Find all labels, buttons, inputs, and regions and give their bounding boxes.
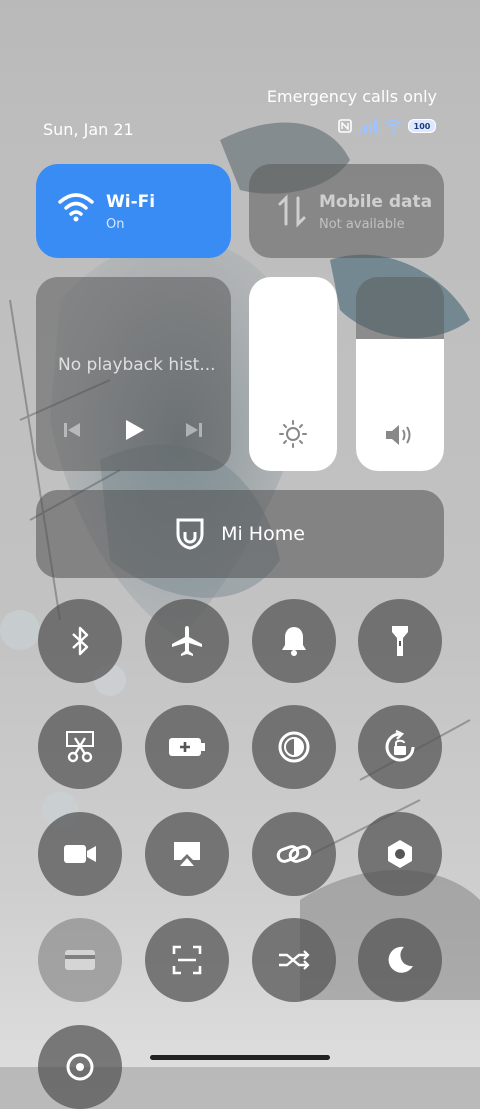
shuffle-icon — [279, 950, 310, 970]
previous-icon[interactable] — [62, 420, 82, 440]
airplane-icon — [172, 626, 202, 656]
date-label: Sun, Jan 21 — [43, 120, 134, 139]
video-camera-icon — [64, 845, 96, 863]
media-status-text: No playback hist... — [58, 355, 216, 375]
rotation-lock-icon — [385, 730, 415, 762]
mi-home-label: Mi Home — [221, 523, 305, 545]
home-indicator[interactable] — [150, 1055, 330, 1060]
airplane-mode-toggle[interactable] — [145, 599, 229, 683]
status-icons: 100 — [338, 119, 436, 133]
brightness-slider[interactable] — [249, 277, 337, 471]
location-icon — [66, 1053, 94, 1081]
mi-home-icon — [176, 518, 204, 550]
link-toggle[interactable] — [252, 812, 336, 896]
wifi-status-icon — [384, 119, 402, 133]
mobile-data-title: Mobile data — [319, 192, 433, 212]
brightness-icon — [279, 420, 307, 448]
bluetooth-icon — [72, 626, 89, 656]
media-player-tile[interactable]: No playback hist... — [36, 277, 231, 471]
wifi-tile[interactable]: Wi-Fi On — [36, 164, 231, 258]
flashlight-toggle[interactable] — [358, 599, 442, 683]
dark-mode-toggle[interactable] — [358, 918, 442, 1002]
settings-toggle[interactable] — [358, 812, 442, 896]
screenshot-toggle[interactable] — [38, 705, 122, 789]
emergency-status: Emergency calls only — [266, 87, 437, 106]
cast-toggle[interactable] — [145, 812, 229, 896]
contrast-icon — [278, 731, 310, 763]
wifi-title: Wi-Fi — [106, 192, 156, 212]
ringer-toggle[interactable] — [252, 599, 336, 683]
mobile-data-tile[interactable]: Mobile data Not available — [249, 164, 444, 258]
moon-icon — [388, 946, 413, 973]
scissors-icon — [66, 731, 94, 763]
wallet-card-toggle[interactable] — [38, 918, 122, 1002]
link-icon — [276, 845, 312, 863]
volume-icon — [386, 425, 411, 445]
reading-mode-toggle[interactable] — [252, 705, 336, 789]
rotation-lock-toggle[interactable] — [358, 705, 442, 789]
volume-level-fill — [356, 339, 444, 471]
battery-saver-icon — [169, 738, 205, 756]
scanner-toggle[interactable] — [145, 918, 229, 1002]
volume-slider[interactable] — [356, 277, 444, 471]
auto-switch-toggle[interactable] — [252, 918, 336, 1002]
battery-icon: 100 — [408, 119, 436, 133]
mi-home-tile[interactable]: Mi Home — [36, 490, 444, 578]
wifi-state: On — [106, 217, 125, 232]
battery-saver-toggle[interactable] — [145, 705, 229, 789]
mobile-data-icon — [278, 194, 306, 228]
signal-icon — [359, 120, 377, 133]
play-icon[interactable] — [122, 418, 146, 442]
wifi-icon — [58, 193, 94, 222]
bell-icon — [282, 627, 306, 656]
cast-icon — [174, 842, 200, 866]
nfc-icon — [338, 119, 352, 133]
next-icon[interactable] — [184, 420, 204, 440]
mobile-data-state: Not available — [319, 217, 405, 232]
screen-recorder-toggle[interactable] — [38, 812, 122, 896]
location-toggle[interactable] — [38, 1025, 122, 1109]
bluetooth-toggle[interactable] — [38, 599, 122, 683]
flashlight-icon — [392, 626, 408, 656]
settings-hex-icon — [388, 840, 412, 868]
scan-icon — [172, 945, 202, 975]
card-icon — [65, 950, 95, 970]
